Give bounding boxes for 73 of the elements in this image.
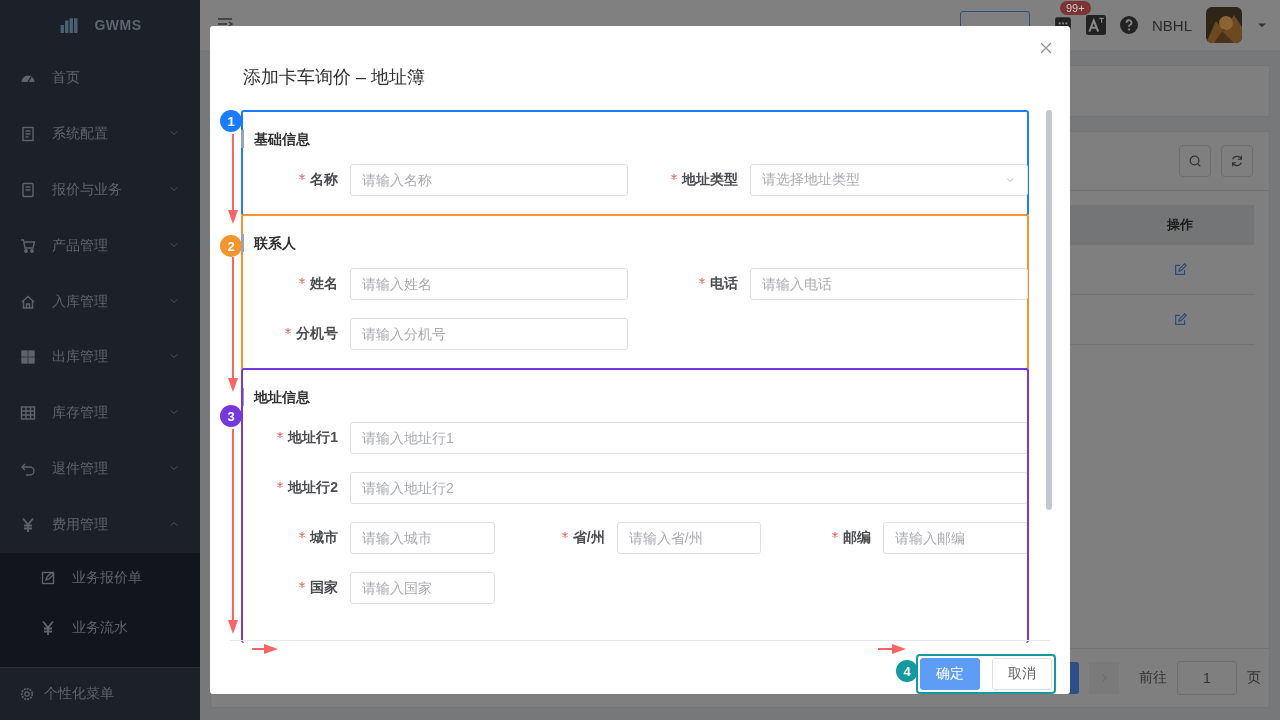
input-field[interactable]: 请输入省/州: [616, 522, 762, 555]
menu-item[interactable]: 入库管理: [0, 273, 200, 330]
settings-icon: [20, 687, 34, 702]
section-title: 地址信息: [243, 388, 1027, 407]
step-badge: 4: [896, 660, 918, 682]
input-field[interactable]: 请输入城市: [350, 522, 495, 555]
field-label: 姓名: [310, 275, 338, 294]
input-field[interactable]: 请输入电话: [750, 268, 1028, 301]
field-label: 地址行1: [288, 429, 338, 448]
input-field[interactable]: 请输入姓名: [350, 268, 628, 301]
menu-item[interactable]: 退件管理: [0, 441, 200, 498]
column-header: 操作: [1166, 216, 1194, 234]
input-field[interactable]: 请输入地址行2: [350, 472, 1027, 505]
input-field[interactable]: 请输入地址行1: [350, 422, 1027, 455]
scrollbar[interactable]: [1046, 110, 1052, 511]
field-label: 省/州: [572, 529, 605, 548]
search-button[interactable]: [1179, 145, 1211, 177]
edit-icon: [40, 570, 56, 587]
search-icon: [1188, 154, 1202, 168]
section-title: 基础信息: [241, 130, 1043, 149]
dialog-title: 添加卡车询价 – 地址簿: [243, 66, 425, 90]
field-label: 名称: [310, 171, 338, 190]
field-label: 地址行2: [288, 479, 338, 498]
home-icon: [20, 293, 36, 310]
field-label: 电话: [710, 275, 738, 294]
close-icon: [1039, 41, 1053, 55]
menu-item[interactable]: 系统配置: [0, 105, 200, 162]
input-field[interactable]: 请输入国家: [350, 572, 495, 605]
close-button[interactable]: [1039, 41, 1053, 55]
input-field[interactable]: 请输入邮编: [883, 522, 1027, 555]
document-icon: [20, 125, 36, 142]
cancel-button[interactable]: 取消: [992, 658, 1052, 690]
notification-badge: 99+: [1060, 0, 1091, 15]
grid-icon: [20, 349, 36, 366]
menu-item[interactable]: 费用管理: [0, 497, 200, 554]
submenu-item[interactable]: 业务报价单: [0, 553, 200, 604]
refresh-icon: [1230, 154, 1244, 168]
page-input[interactable]: 1: [1177, 661, 1237, 695]
refresh-button[interactable]: [1221, 145, 1253, 177]
goto-label: 前往: [1139, 669, 1167, 687]
arrow-annotation: [878, 643, 906, 655]
step-badge: 1: [220, 110, 242, 133]
document-icon: [20, 181, 36, 198]
menu-item[interactable]: 报价与业务: [0, 161, 200, 218]
table-icon: [20, 405, 36, 422]
menu-item[interactable]: 首页: [0, 49, 200, 106]
confirm-button[interactable]: 确定: [920, 658, 980, 690]
field-label: 国家: [310, 579, 338, 598]
input-field[interactable]: 请输入名称: [350, 164, 628, 197]
user-name[interactable]: NBHL: [1152, 16, 1192, 34]
field-label: 邮编: [843, 529, 872, 548]
step-badge: 2: [220, 235, 242, 258]
arrow-annotation: [252, 643, 278, 655]
return-icon: [20, 461, 36, 478]
edit-icon: [1173, 313, 1187, 326]
page-label: 页: [1247, 669, 1261, 687]
app-logo: GWMS: [94, 16, 142, 33]
menu-item[interactable]: 库存管理: [0, 385, 200, 442]
input-field[interactable]: 请输入分机号: [350, 318, 628, 351]
cart-icon: [20, 237, 36, 254]
menu-item[interactable]: 产品管理: [0, 217, 200, 274]
yen-icon: [40, 620, 56, 637]
step-badge: 3: [220, 405, 242, 428]
menu-item[interactable]: 出库管理: [0, 329, 200, 386]
submenu-item[interactable]: 业务流水: [0, 603, 200, 654]
help-icon: [1120, 16, 1138, 34]
field-label: 分机号: [296, 325, 338, 344]
field-label: 城市: [310, 529, 338, 548]
select-field[interactable]: 请选择地址类型: [750, 164, 1028, 197]
yen-icon: [20, 517, 36, 534]
translate-icon: [1086, 15, 1106, 35]
edit-icon: [1173, 263, 1187, 276]
field-label: 地址类型: [682, 171, 738, 190]
